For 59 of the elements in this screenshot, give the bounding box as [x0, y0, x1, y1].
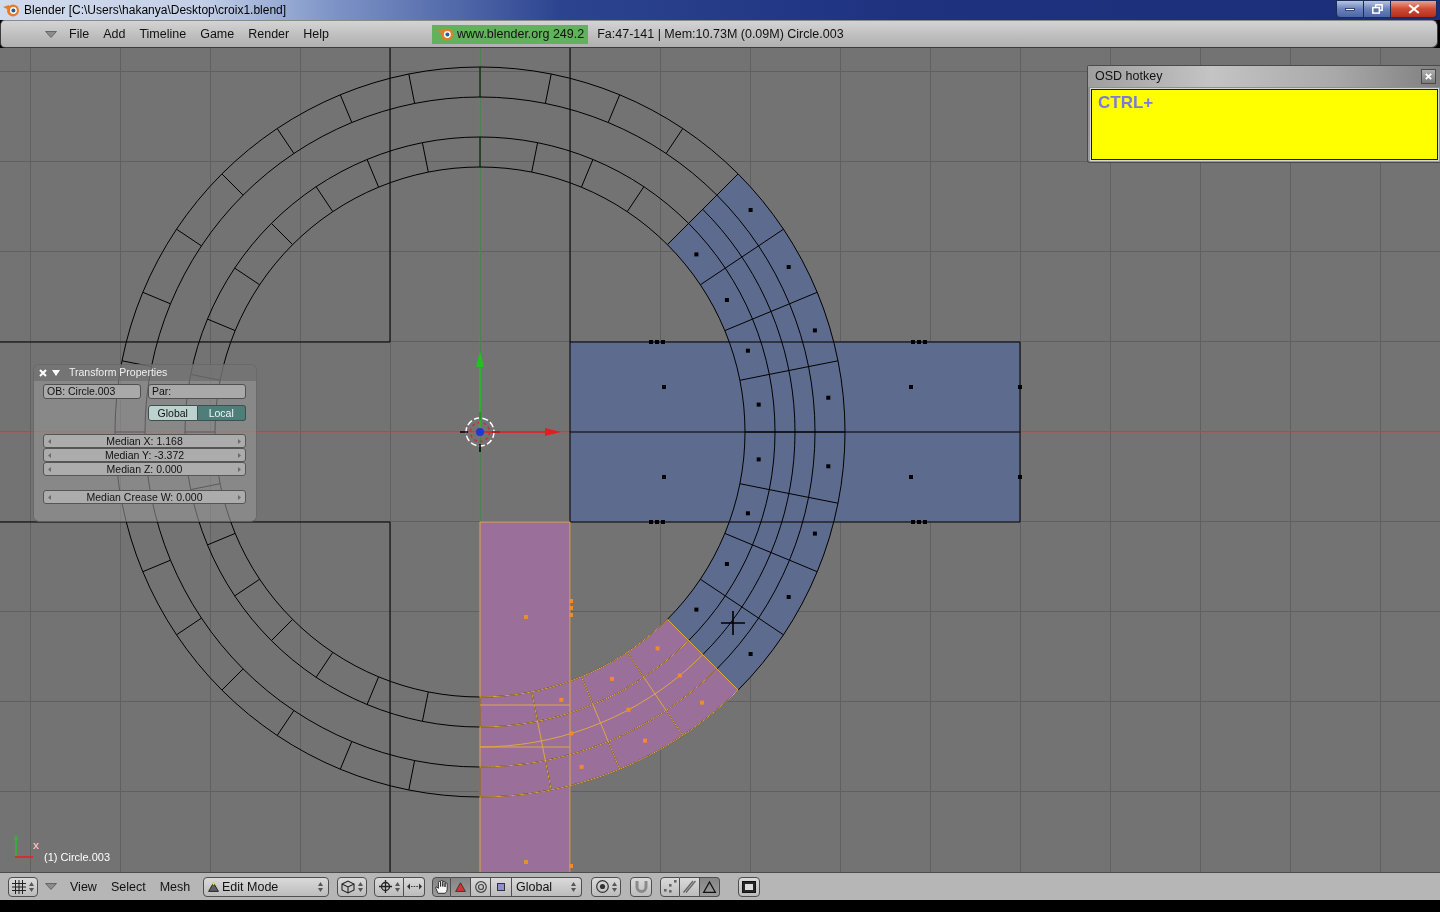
- crosshair-icon[interactable]: [378, 880, 392, 893]
- menu-caret-icon[interactable]: [45, 30, 57, 38]
- menu-item[interactable]: File: [69, 26, 90, 42]
- menu-item[interactable]: Game: [200, 26, 235, 42]
- version-badge[interactable]: www.blender.org 249.2: [432, 24, 589, 44]
- mode-dropdown[interactable]: Edit Mode: [203, 876, 329, 897]
- menu-item[interactable]: View: [70, 878, 97, 895]
- updown-arrows-icon[interactable]: [611, 881, 617, 892]
- square-icon[interactable]: [497, 882, 505, 891]
- dotted-arrows-icon[interactable]: [406, 883, 422, 890]
- orientation-dropdown[interactable]: Global: [512, 876, 582, 897]
- transform-mode-button[interactable]: [491, 876, 512, 897]
- updown-arrows-icon[interactable]: [29, 881, 34, 892]
- axis-label: x: [33, 840, 40, 851]
- triangle-mesh-icon[interactable]: [208, 881, 219, 892]
- toggle-button[interactable]: Local: [197, 405, 246, 421]
- panel-title: Transform Properties: [69, 365, 168, 381]
- restore-icon[interactable]: [1371, 4, 1383, 14]
- updown-arrows-icon[interactable]: [318, 881, 323, 892]
- object-name-field[interactable]: OB: Circle.003: [43, 384, 141, 399]
- target-icon[interactable]: [595, 880, 609, 893]
- cube-icon[interactable]: [341, 879, 355, 894]
- scene-stats: Fa:47-141 | Mem:10.73M (0.09M) Circle.003: [597, 25, 844, 43]
- toggle-button[interactable]: Global: [148, 405, 198, 421]
- menu-item[interactable]: Select: [110, 878, 146, 895]
- hotkey-display: CTRL+: [1091, 89, 1438, 160]
- header-caret-icon[interactable]: [45, 883, 57, 890]
- axis-gizmo-icon: [13, 834, 33, 858]
- editor-type-button[interactable]: [8, 876, 38, 897]
- grid-icon[interactable]: [12, 879, 26, 894]
- panel-title: OSD hotkey: [1095, 68, 1163, 86]
- draw-type-dropdown[interactable]: [337, 876, 367, 897]
- updown-arrows-icon[interactable]: [571, 881, 576, 892]
- menu-item[interactable]: Timeline: [139, 26, 187, 42]
- object-label: (1) Circle.003: [44, 851, 111, 865]
- transform-mode-button[interactable]: [451, 876, 471, 897]
- close-button[interactable]: [1421, 69, 1436, 84]
- menu-item[interactable]: Add: [103, 26, 126, 42]
- close-icon[interactable]: [1407, 4, 1420, 14]
- menu-item[interactable]: Render: [248, 26, 290, 42]
- parent-field[interactable]: Par:: [148, 384, 246, 399]
- close-icon[interactable]: [39, 369, 47, 377]
- minimize-icon[interactable]: [1345, 7, 1355, 11]
- toggle-button[interactable]: [404, 876, 425, 897]
- updown-arrows-icon[interactable]: [394, 881, 400, 892]
- proportional-dropdown[interactable]: [591, 876, 621, 897]
- window-title: Blender [C:\Users\hakanya\Desktop\croix1.blend]: [24, 2, 287, 19]
- version-text: www.blender.org 249.2: [457, 25, 585, 43]
- menu-item[interactable]: Help: [303, 26, 329, 42]
- pivot-dropdown[interactable]: [374, 876, 404, 897]
- collapse-triangle-icon[interactable]: [52, 370, 60, 376]
- logo-icon: [3, 3, 19, 17]
- minimize-button[interactable]: [1336, 0, 1364, 18]
- triangle-icon[interactable]: [455, 881, 466, 892]
- restore-button[interactable]: [1364, 0, 1391, 18]
- menu-item[interactable]: Mesh: [159, 878, 191, 895]
- updown-arrows-icon[interactable]: [358, 881, 363, 892]
- close-button[interactable]: [1391, 0, 1437, 18]
- logo-icon: [437, 27, 453, 41]
